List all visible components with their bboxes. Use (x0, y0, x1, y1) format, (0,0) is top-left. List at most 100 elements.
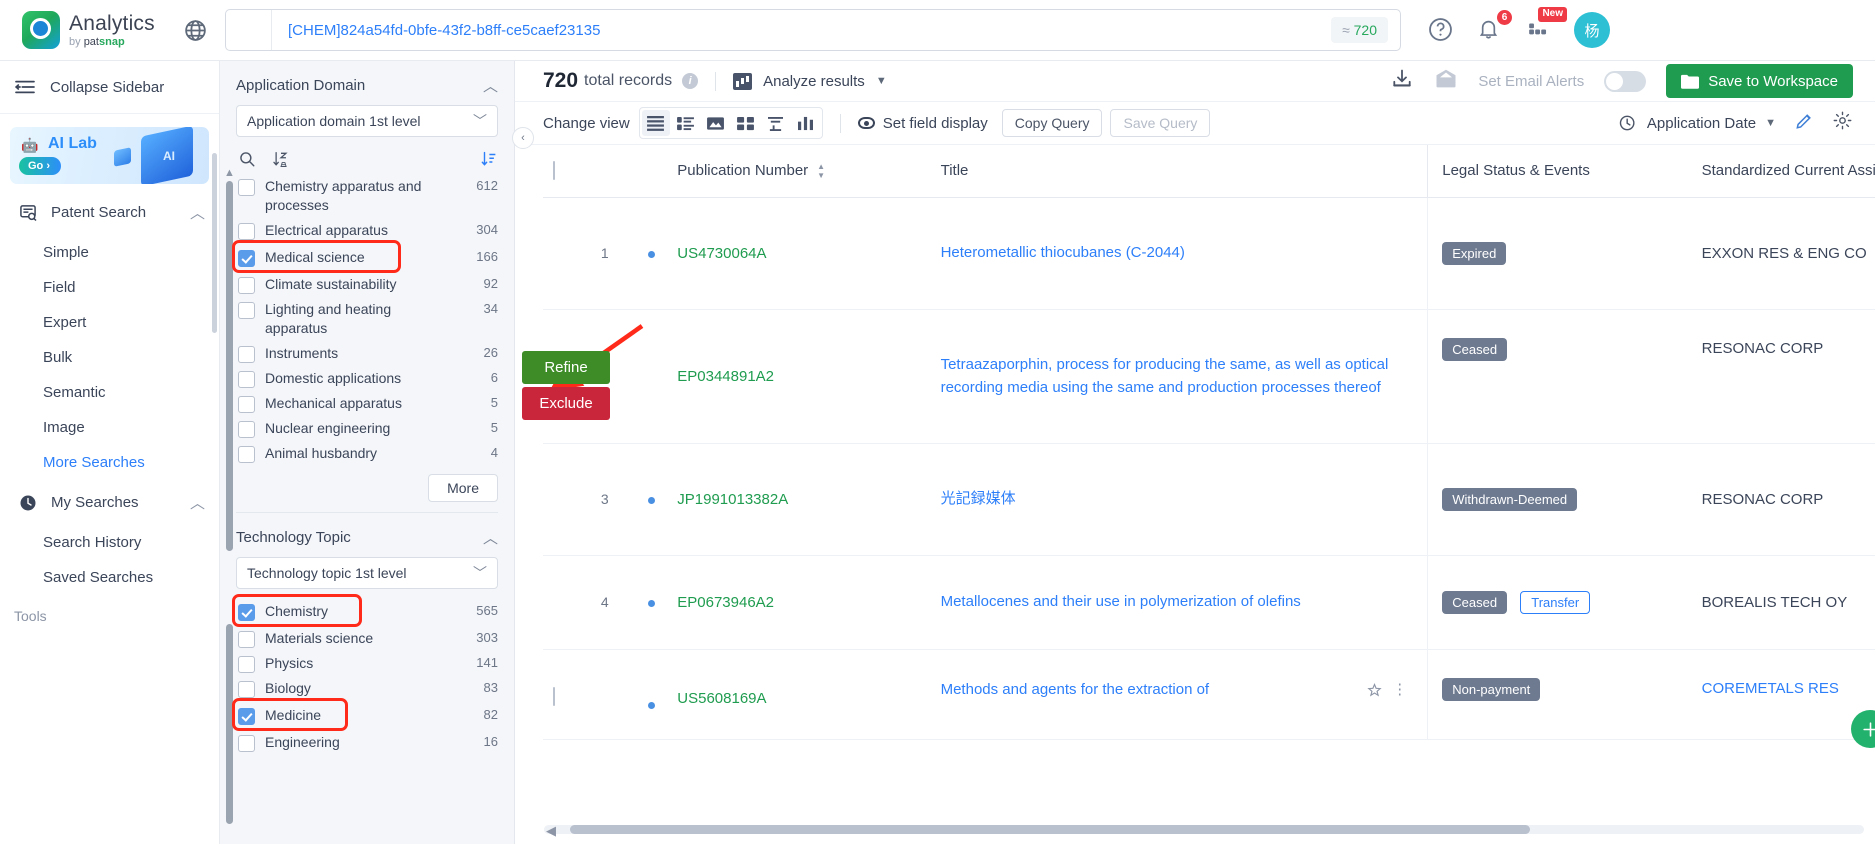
help-icon[interactable] (1427, 16, 1455, 44)
checkbox[interactable] (238, 707, 255, 725)
column-header-title[interactable]: Title (940, 145, 1428, 198)
publication-number-cell[interactable]: US5608169A (677, 649, 941, 740)
checkbox[interactable] (238, 179, 255, 196)
filter-option[interactable]: Biology 83 (220, 676, 514, 701)
application-domain-level-select[interactable]: Application domain 1st level ﹀ (236, 105, 498, 137)
title-cell[interactable]: Methods and agents for the extraction of… (940, 649, 1428, 740)
filter-option-medicine[interactable]: Medicine 82 (220, 697, 514, 731)
publication-number-link[interactable]: US4730064A (677, 245, 766, 262)
sidebar-item-field[interactable]: Field (0, 270, 219, 305)
table-row[interactable]: 3 JP1991013382A 光記録媒体 Withdrawn-Deemed R… (543, 443, 1875, 556)
sidebar-item-search-history[interactable]: Search History (0, 525, 219, 560)
filter-section-technology-topic-header[interactable]: Technology Topic ︿ (220, 513, 514, 557)
publication-number-link[interactable]: EP0344891A2 (677, 368, 774, 385)
filter-option[interactable]: Lighting and heating apparatus 34 (220, 297, 514, 341)
horizontal-scrollbar-thumb[interactable] (570, 825, 1530, 834)
sidebar-group-patent-search[interactable]: Patent Search ︿ (0, 190, 219, 235)
checkbox[interactable] (238, 395, 255, 413)
sort-az-icon[interactable] (272, 150, 290, 168)
publication-number-link[interactable]: EP0673946A2 (677, 594, 774, 611)
email-alerts-toggle[interactable] (1604, 70, 1647, 92)
set-field-display-button[interactable]: Set field display (857, 115, 988, 132)
download-icon[interactable] (1390, 67, 1414, 96)
filter-option[interactable]: Instruments 26 (220, 341, 514, 366)
list-view-icon[interactable] (641, 110, 670, 136)
checkbox[interactable] (238, 680, 255, 698)
checkbox[interactable] (238, 655, 255, 673)
sidebar-item-more-searches[interactable]: More Searches (0, 445, 219, 480)
sidebar-item-bulk[interactable]: Bulk (0, 340, 219, 375)
sidebar-scrollbar[interactable] (212, 153, 217, 333)
pencil-icon[interactable] (1794, 111, 1814, 136)
detail-list-view-icon[interactable] (672, 110, 700, 136)
ai-lab-go-button[interactable]: Go › (19, 157, 61, 175)
checkbox[interactable] (238, 445, 255, 463)
checkbox[interactable] (238, 603, 255, 621)
checkbox[interactable] (238, 420, 255, 438)
publication-number-link[interactable]: US5608169A (677, 690, 766, 707)
set-email-alerts-label[interactable]: Set Email Alerts (1478, 73, 1584, 90)
filter-option[interactable]: Mechanical apparatus 5 (220, 391, 514, 416)
save-query-button[interactable]: Save Query (1110, 109, 1211, 137)
title-cell[interactable]: 光記録媒体 (940, 443, 1428, 556)
checkbox[interactable] (238, 345, 255, 363)
table-row[interactable]: 1 US4730064A Heterometallic thiocubanes … (543, 197, 1875, 310)
checkbox[interactable] (238, 276, 255, 294)
publication-number-cell[interactable]: US4730064A (677, 197, 941, 310)
filter-option[interactable]: Domestic applications 6 (220, 366, 514, 391)
refine-button[interactable]: Refine (522, 351, 610, 384)
table-row[interactable]: US5608169A Methods and agents for the ex… (543, 649, 1875, 740)
copy-query-button[interactable]: Copy Query (1001, 109, 1103, 137)
collapse-sidebar-button[interactable]: Collapse Sidebar (0, 61, 219, 114)
email-alert-icon[interactable] (1434, 68, 1458, 95)
sidebar-item-expert[interactable]: Expert (0, 305, 219, 340)
table-row[interactable]: 2 EP0344891A2 Tetraazaporphin, process f… (543, 309, 1875, 444)
search-bar[interactable]: [CHEM]824a54fd-0bfe-43f2-b8ff-ce5caef231… (225, 9, 1401, 51)
chevron-up-icon[interactable]: ︿ (483, 527, 498, 548)
filter-option[interactable]: Physics 141 (220, 651, 514, 676)
filter-option[interactable]: Electrical apparatus 304 (220, 218, 514, 243)
filter-option[interactable]: Climate sustainability 92 (220, 272, 514, 297)
publication-number-cell[interactable]: EP0673946A2 (677, 555, 941, 650)
chevron-up-icon[interactable]: ︿ (483, 75, 498, 96)
analyze-results-button[interactable]: Analyze results ▼ (733, 72, 887, 90)
checkbox[interactable] (238, 630, 255, 648)
sort-toggle-icon[interactable]: ▲ ▼ (817, 162, 825, 179)
checkbox[interactable] (238, 301, 255, 319)
more-button[interactable]: More (428, 473, 498, 502)
filter-section-application-domain-header[interactable]: Application Domain ︿ (220, 61, 514, 105)
checkbox[interactable] (238, 734, 255, 752)
title-link[interactable]: Metallocenes and their use in polymeriza… (941, 593, 1301, 610)
search-icon[interactable] (238, 150, 256, 168)
column-header-legal-status[interactable]: Legal Status & Events (1427, 145, 1702, 198)
app-logo[interactable]: Analytics by patsnap (0, 11, 200, 49)
publication-number-cell[interactable]: JP1991013382A (677, 443, 941, 556)
bookmark-star-icon[interactable] (1366, 682, 1383, 703)
title-cell[interactable]: Tetraazaporphin, process for producing t… (940, 309, 1428, 444)
filter-option[interactable]: Nuclear engineering 5 (220, 416, 514, 441)
sidebar-item-image[interactable]: Image (0, 410, 219, 445)
gear-icon[interactable] (1832, 110, 1853, 136)
search-query-text[interactable]: [CHEM]824a54fd-0bfe-43f2-b8ff-ce5caef231… (272, 22, 1331, 39)
chart-view-icon[interactable] (792, 110, 820, 136)
column-header-publication-number[interactable]: Publication Number ▲ ▼ (677, 145, 941, 198)
apps-grid-icon[interactable]: New (1525, 7, 1567, 44)
filter-option-medical-science[interactable]: Medical science 166 (220, 239, 514, 273)
title-link[interactable]: 光記録媒体 (941, 490, 1016, 507)
compact-view-icon[interactable] (762, 110, 790, 136)
title-link[interactable]: Methods and agents for the extraction of (941, 681, 1210, 698)
technology-topic-level-select[interactable]: Technology topic 1st level ﹀ (236, 556, 498, 589)
notifications-bell-icon[interactable]: 6 (1476, 10, 1512, 44)
title-cell[interactable]: Heterometallic thiocubanes (C-2044) (940, 197, 1428, 310)
more-options-icon[interactable]: ⋮ (1392, 680, 1407, 698)
checkbox[interactable] (238, 370, 255, 388)
chevron-up-icon-2[interactable]: ︿ (190, 492, 205, 513)
filter-option[interactable]: Engineering 16 (220, 730, 514, 755)
table-row[interactable]: 4 EP0673946A2 Metallocenes and their use… (543, 555, 1875, 650)
sidebar-item-semantic[interactable]: Semantic (0, 375, 219, 410)
globe-icon[interactable] (178, 13, 212, 47)
save-to-workspace-button[interactable]: Save to Workspace (1666, 64, 1853, 98)
scroll-left-arrow[interactable]: ◀ (546, 823, 556, 839)
publication-number-cell[interactable]: EP0344891A2 (677, 309, 941, 444)
info-icon[interactable]: i (682, 73, 699, 89)
